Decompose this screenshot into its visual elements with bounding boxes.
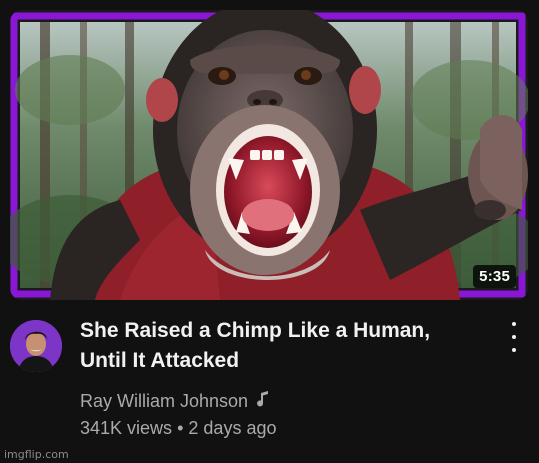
stats-separator: •: [177, 418, 184, 438]
music-note-icon: [256, 388, 270, 414]
video-thumbnail[interactable]: 5:35: [10, 10, 528, 300]
video-title-line-1: She Raised a Chimp Like a Human,: [80, 319, 431, 342]
imgflip-watermark: imgflip.com: [4, 448, 69, 461]
video-card[interactable]: 5:35 She Raised a Chimp Like a Human, Un…: [0, 0, 539, 463]
thumbnail-image: [10, 10, 528, 300]
video-stats: 341K views • 2 days ago: [80, 414, 490, 442]
view-count: 341K views: [80, 418, 173, 438]
more-vert-icon[interactable]: [504, 322, 524, 352]
avatar-image: [10, 320, 62, 372]
channel-name[interactable]: Ray William Johnson: [80, 388, 248, 414]
video-duration-badge: 5:35: [473, 265, 516, 288]
video-details: She Raised a Chimp Like a Human, Until I…: [80, 316, 490, 442]
upload-age: 2 days ago: [188, 418, 277, 438]
channel-avatar[interactable]: [10, 320, 62, 372]
video-meta: She Raised a Chimp Like a Human, Until I…: [10, 316, 528, 456]
video-title-line-2: Until It Attacked: [80, 349, 240, 372]
channel-row: Ray William Johnson: [80, 388, 490, 414]
video-title[interactable]: She Raised a Chimp Like a Human, Until I…: [80, 316, 490, 376]
